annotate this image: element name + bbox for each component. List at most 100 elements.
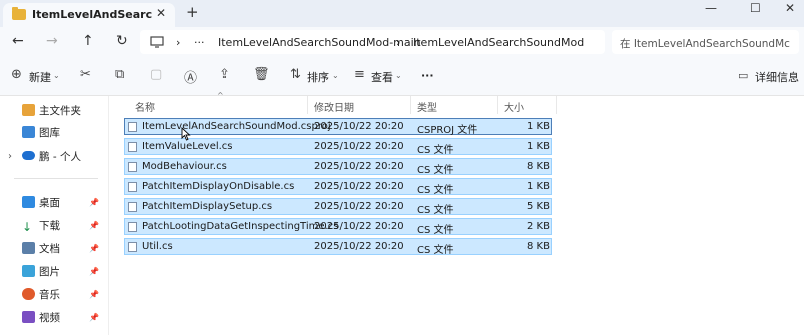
maximize-button[interactable]: ☐	[750, 1, 761, 15]
sort-icon: ⇅	[290, 67, 301, 82]
rename-icon[interactable]: Ⓐ	[184, 67, 197, 86]
mouse-cursor-icon	[181, 127, 191, 141]
details-button[interactable]: 详细信息	[755, 69, 799, 85]
folder-icon	[12, 7, 26, 20]
sidebar-item-music[interactable]: 音乐	[22, 287, 60, 305]
sidebar-item-desktop[interactable]: 桌面	[22, 195, 60, 213]
forward-button[interactable]: →	[46, 33, 58, 49]
path-box[interactable]: › ··· ItemLevelAndSearchSoundMod-main › …	[140, 30, 605, 54]
monitor-icon	[150, 36, 164, 48]
cut-icon[interactable]: ✂	[80, 67, 91, 82]
breadcrumb-item[interactable]: ItemLevelAndSearchSoundMod-main	[218, 36, 421, 49]
refresh-button[interactable]: ↻	[116, 33, 128, 49]
expand-chevron-icon[interactable]: ›	[8, 151, 12, 162]
close-window-button[interactable]: ✕	[785, 1, 795, 15]
sidebar-item-documents[interactable]: 文档	[22, 241, 60, 259]
sidebar-item-label: 视频	[39, 312, 60, 324]
sidebar-item-downloads[interactable]: ↓ 下载	[22, 218, 60, 236]
back-button[interactable]: ←	[12, 33, 24, 49]
gallery-icon	[22, 126, 35, 138]
pin-icon: 📌	[89, 198, 99, 207]
sidebar-item-label: 音乐	[39, 289, 60, 301]
file-type: CS 文件	[417, 185, 454, 196]
search-input[interactable]: 在 ItemLevelAndSearchSoundMc	[612, 30, 799, 54]
minimize-button[interactable]: —	[705, 1, 717, 15]
table-row[interactable]: PatchItemDisplaySetup.cs 2025/10/22 20:2…	[124, 198, 552, 216]
file-icon	[128, 162, 137, 172]
sidebar-item-gallery[interactable]: 图库	[22, 125, 60, 143]
cloud-icon	[22, 151, 35, 160]
file-size: 2 KB	[527, 221, 550, 232]
tab-close-button[interactable]: ✕	[156, 6, 166, 20]
column-divider[interactable]	[556, 96, 557, 114]
sidebar-item-onedrive[interactable]: 鹏 - 个人	[22, 149, 81, 167]
new-button[interactable]: 新建	[29, 69, 51, 85]
breadcrumb-ellipsis[interactable]: ···	[194, 36, 205, 49]
new-tab-button[interactable]: +	[186, 3, 199, 21]
file-type: CSPROJ 文件	[417, 125, 478, 136]
column-divider[interactable]	[497, 96, 498, 114]
file-name: PatchLootingDataGetInspectingTime.cs	[142, 221, 339, 232]
sidebar-item-label: 图片	[39, 266, 60, 278]
sidebar-item-label: 主文件夹	[39, 105, 81, 117]
tab-active[interactable]: ItemLevelAndSearchSoundMod ✕	[3, 3, 175, 27]
more-button[interactable]: ···	[421, 69, 434, 82]
file-size: 5 KB	[527, 201, 550, 212]
up-button[interactable]: ↑	[82, 33, 94, 49]
view-icon: ≡	[354, 67, 365, 82]
table-row[interactable]: PatchLootingDataGetInspectingTime.cs 202…	[124, 218, 552, 236]
column-header-modified[interactable]: 修改日期	[314, 99, 354, 117]
sidebar-item-home[interactable]: 主文件夹	[22, 103, 81, 121]
breadcrumb-item[interactable]: ItemLevelAndSearchSoundMod	[413, 36, 584, 49]
file-icon	[128, 122, 137, 132]
view-button[interactable]: 查看	[371, 69, 393, 85]
sort-indicator-icon: ^	[217, 91, 224, 100]
pin-icon: 📌	[89, 244, 99, 253]
column-header-type[interactable]: 类型	[417, 99, 437, 117]
details-pane-icon: ▭	[738, 69, 749, 82]
desktop-icon	[22, 196, 35, 208]
tab-bar: ItemLevelAndSearchSoundMod ✕ + — ☐ ✕	[0, 0, 804, 27]
delete-icon[interactable]: 🗑	[253, 67, 270, 82]
sidebar-item-label: 下载	[39, 220, 60, 232]
search-placeholder: 在 ItemLevelAndSearchSoundMc	[620, 38, 790, 50]
home-icon	[22, 104, 35, 116]
tab-title: ItemLevelAndSearchSoundMod	[32, 8, 152, 21]
pin-icon: 📌	[89, 313, 99, 322]
sidebar-item-videos[interactable]: 视频	[22, 310, 60, 328]
file-type: CS 文件	[417, 145, 454, 156]
file-icon	[128, 202, 137, 212]
file-modified: 2025/10/22 20:20	[314, 141, 404, 152]
table-row[interactable]: ModBehaviour.cs 2025/10/22 20:20 CS 文件 8…	[124, 158, 552, 176]
sidebar-item-label: 图库	[39, 127, 60, 139]
sidebar-item-label: 文档	[39, 243, 60, 255]
videos-icon	[22, 311, 35, 323]
file-icon	[128, 242, 137, 252]
file-size: 1 KB	[527, 181, 550, 192]
chevron-down-icon: ⌄	[53, 71, 60, 80]
paste-icon[interactable]: ▢	[150, 67, 162, 82]
documents-icon	[22, 242, 35, 254]
file-name: PatchItemDisplaySetup.cs	[142, 201, 273, 212]
column-divider[interactable]	[410, 96, 411, 114]
table-row[interactable]: PatchItemDisplayOnDisable.cs 2025/10/22 …	[124, 178, 552, 196]
address-bar: ← → ↑ ↻ › ··· ItemLevelAndSearchSoundMod…	[0, 27, 804, 58]
pin-icon: 📌	[89, 290, 99, 299]
table-row[interactable]: Util.cs 2025/10/22 20:20 CS 文件 8 KB	[124, 238, 552, 256]
sort-button[interactable]: 排序	[307, 69, 329, 85]
file-size: 1 KB	[527, 141, 550, 152]
file-name: ModBehaviour.cs	[142, 161, 227, 172]
navigation-pane: 主文件夹 图库 › 鹏 - 个人 桌面 📌 ↓ 下载 📌 文档 📌 图片 📌 音乐…	[0, 96, 109, 335]
share-icon[interactable]: ⇪	[219, 67, 230, 82]
file-type: CS 文件	[417, 225, 454, 236]
file-modified: 2025/10/22 20:20	[314, 221, 404, 232]
sidebar-item-pictures[interactable]: 图片	[22, 264, 60, 282]
file-name: ItemLevelAndSearchSoundMod.csproj	[142, 121, 331, 132]
chevron-down-icon: ⌄	[332, 71, 339, 80]
column-header-name[interactable]: 名称	[135, 99, 155, 117]
column-divider[interactable]	[307, 96, 308, 114]
file-name: Util.cs	[142, 241, 173, 252]
sidebar-item-label: 鹏 - 个人	[39, 151, 81, 163]
copy-icon[interactable]: ⧉	[115, 67, 124, 82]
column-header-size[interactable]: 大小	[504, 99, 524, 117]
